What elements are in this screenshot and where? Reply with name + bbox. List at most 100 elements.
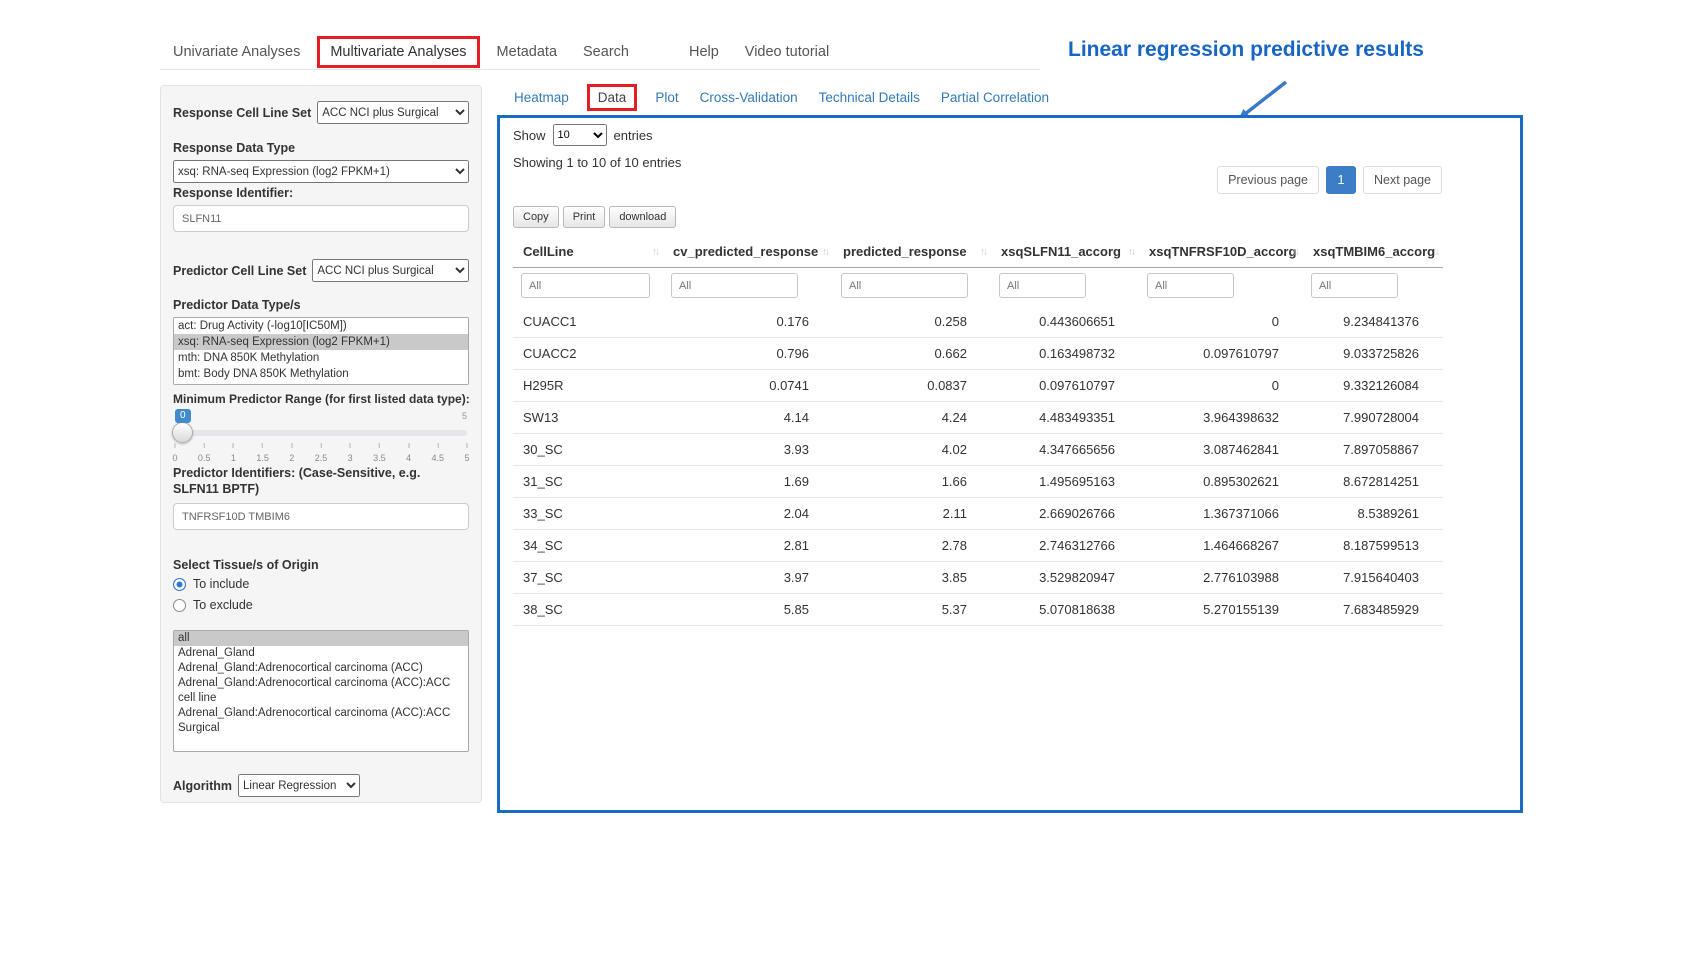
predictor-cell-line-set-select[interactable]: ACC NCI plus Surgical — [312, 259, 469, 282]
slider-tick: 0.5 — [198, 443, 211, 464]
tissue-option-all[interactable]: all — [174, 631, 468, 646]
table-filter-row — [513, 268, 1443, 307]
column-filter-cellline[interactable] — [521, 273, 650, 298]
table-row: 33_SC2.042.112.6690267661.3673710668.538… — [513, 498, 1443, 530]
next-page-button[interactable]: Next page — [1363, 166, 1442, 194]
table-row: CUACC10.1760.2580.44360665109.234841376 — [513, 306, 1443, 338]
nav-item-video-tutorial[interactable]: Video tutorial — [732, 36, 842, 68]
predictor-data-type-option-mth-dna-850k-methylation[interactable]: mth: DNA 850K Methylation — [174, 350, 468, 366]
tissue-option-adrenal-gland-adrenocortical-carcinoma-acc-acc-surgical[interactable]: Adrenal_Gland:Adrenocortical carcinoma (… — [174, 706, 468, 736]
column-header-predicted-response[interactable]: predicted_response↑↓ — [833, 236, 991, 268]
predictor-data-type-list[interactable]: act: Drug Activity (-log10[IC50M])xsq: R… — [173, 317, 469, 385]
radio-unselected-icon — [173, 599, 186, 612]
tab-heatmap[interactable]: Heatmap — [514, 90, 569, 105]
predictor-data-type-option-act-drug-activity-log10-ic50m[interactable]: act: Drug Activity (-log10[IC50M]) — [174, 318, 468, 334]
slider-max-label: 5 — [462, 411, 467, 421]
response-data-type-label: Response Data Type — [173, 141, 469, 155]
print-button[interactable]: Print — [563, 206, 606, 228]
slider-tick: 3.5 — [373, 443, 386, 464]
column-header-xsqtmbim6-accorg[interactable]: xsqTMBIM6_accorg↑↓ — [1303, 236, 1443, 268]
page-1-button[interactable]: 1 — [1326, 166, 1356, 194]
tissue-exclude-label: To exclude — [193, 598, 253, 612]
show-entries-suffix: entries — [614, 128, 653, 143]
previous-page-button[interactable]: Previous page — [1217, 166, 1319, 194]
tissue-option-adrenal-gland-adrenocortical-carcinoma-acc[interactable]: Adrenal_Gland:Adrenocortical carcinoma (… — [174, 661, 468, 676]
column-filter-xsqtnfrsf10d-accorg[interactable] — [1147, 273, 1234, 298]
tissue-option-adrenal-gland[interactable]: Adrenal_Gland — [174, 646, 468, 661]
nav-item-search[interactable]: Search — [570, 36, 642, 68]
table-row: SW134.144.244.4834933513.9643986327.9907… — [513, 402, 1443, 434]
column-filter-predicted-response[interactable] — [841, 273, 968, 298]
table-header-row: CellLine↑↓cv_predicted_response↑↓predict… — [513, 236, 1443, 268]
tissue-include-radio[interactable]: To include — [173, 577, 469, 591]
response-identifier-label: Response Identifier: — [173, 186, 469, 200]
annotation-callout: Linear regression predictive results — [1068, 38, 1424, 62]
page: Univariate AnalysesMultivariate Analyses… — [0, 0, 1700, 956]
results-panel: Show 10 entries Showing 1 to 10 of 10 en… — [497, 115, 1523, 813]
sort-icon: ↑↓ — [1128, 246, 1134, 257]
column-filter-cv-predicted-response[interactable] — [671, 273, 798, 298]
sort-icon: ↑↓ — [1292, 246, 1298, 257]
predictor-identifiers-input[interactable] — [173, 503, 469, 530]
column-filter-xsqtmbim6-accorg[interactable] — [1311, 273, 1398, 298]
tab-cross-validation[interactable]: Cross-Validation — [700, 90, 798, 105]
column-header-cellline[interactable]: CellLine↑↓ — [513, 236, 663, 268]
show-entries-select[interactable]: 10 — [553, 124, 607, 146]
show-entries-control: Show 10 entries — [513, 124, 653, 146]
nav-item-help[interactable]: Help — [676, 36, 732, 68]
slider-tick: 3 — [348, 443, 353, 464]
algorithm-select[interactable]: Linear Regression — [238, 774, 360, 797]
column-filter-xsqslfn11-accorg[interactable] — [999, 273, 1086, 298]
slider-tick: 0 — [172, 443, 177, 464]
result-tabs: HeatmapDataPlotCross-ValidationTechnical… — [514, 90, 1049, 105]
entries-info: Showing 1 to 10 of 10 entries — [513, 155, 681, 170]
table-row: 37_SC3.973.853.5298209472.7761039887.915… — [513, 562, 1443, 594]
slider-track — [175, 430, 467, 436]
predictor-cell-line-set-label: Predictor Cell Line Set — [173, 264, 306, 278]
table-row: 34_SC2.812.782.7463127661.4646682678.187… — [513, 530, 1443, 562]
predictor-data-type-label: Predictor Data Type/s — [173, 298, 469, 312]
tab-plot[interactable]: Plot — [655, 90, 678, 105]
response-data-type-select[interactable]: xsq: RNA-seq Expression (log2 FPKM+1) — [173, 160, 469, 183]
nav-item-univariate-analyses[interactable]: Univariate Analyses — [160, 36, 313, 68]
tissue-exclude-radio[interactable]: To exclude — [173, 598, 469, 612]
copy-button[interactable]: Copy — [513, 206, 559, 228]
predictor-data-type-option-xsq-rna-seq-expression-log2-fpkm-1[interactable]: xsq: RNA-seq Expression (log2 FPKM+1) — [174, 334, 468, 350]
predictor-identifiers-label: Predictor Identifiers: (Case-Sensitive, … — [173, 465, 469, 497]
table-row: 30_SC3.934.024.3476656563.0874628417.897… — [513, 434, 1443, 466]
column-header-xsqtnfrsf10d-accorg[interactable]: xsqTNFRSF10D_accorg↑↓ — [1139, 236, 1303, 268]
column-header-cv-predicted-response[interactable]: cv_predicted_response↑↓ — [663, 236, 833, 268]
slider-tick: 2 — [289, 443, 294, 464]
nav-item-multivariate-analyses[interactable]: Multivariate Analyses — [317, 36, 479, 68]
min-predictor-range-slider[interactable]: 0 5 00.511.522.533.544.55 — [175, 409, 467, 461]
sort-icon: ↑↓ — [652, 246, 658, 257]
download-button[interactable]: download — [609, 206, 676, 228]
export-toolbar: CopyPrintdownload — [513, 206, 676, 228]
slider-handle[interactable] — [172, 422, 193, 443]
nav-item-metadata[interactable]: Metadata — [484, 36, 570, 68]
tab-partial-correlation[interactable]: Partial Correlation — [941, 90, 1049, 105]
min-predictor-range-label: Minimum Predictor Range (for first liste… — [173, 392, 470, 406]
show-entries-prefix: Show — [513, 128, 546, 143]
response-identifier-input[interactable] — [173, 205, 469, 232]
slider-tick: 1.5 — [256, 443, 269, 464]
tissue-list[interactable]: allAdrenal_GlandAdrenal_Gland:Adrenocort… — [173, 630, 469, 752]
slider-tick: 4.5 — [432, 443, 445, 464]
table-row: CUACC20.7960.6620.1634987320.0976107979.… — [513, 338, 1443, 370]
table-row: 38_SC5.855.375.0708186385.2701551397.683… — [513, 594, 1443, 626]
table-row: 31_SC1.691.661.4956951630.8953026218.672… — [513, 466, 1443, 498]
column-header-xsqslfn11-accorg[interactable]: xsqSLFN11_accorg↑↓ — [991, 236, 1139, 268]
radio-selected-icon — [173, 578, 186, 591]
sort-icon: ↑↓ — [822, 246, 828, 257]
sort-icon: ↑↓ — [1432, 246, 1438, 257]
slider-tick: 4 — [406, 443, 411, 464]
tissue-option-adrenal-gland-adrenocortical-carcinoma-acc-acc-cell-line[interactable]: Adrenal_Gland:Adrenocortical carcinoma (… — [174, 676, 468, 706]
pagination: Previous page 1 Next page — [1217, 166, 1442, 194]
response-cell-line-set-select[interactable]: ACC NCI plus Surgical — [317, 101, 469, 124]
tab-data[interactable]: Data — [587, 84, 638, 111]
table-wrap: CellLine↑↓cv_predicted_response↑↓predict… — [513, 236, 1443, 626]
results-table: CellLine↑↓cv_predicted_response↑↓predict… — [513, 236, 1443, 626]
predictor-data-type-option-bmt-body-dna-850k-methylation[interactable]: bmt: Body DNA 850K Methylation — [174, 366, 468, 382]
algorithm-label: Algorithm — [173, 779, 232, 793]
tab-technical-details[interactable]: Technical Details — [819, 90, 920, 105]
